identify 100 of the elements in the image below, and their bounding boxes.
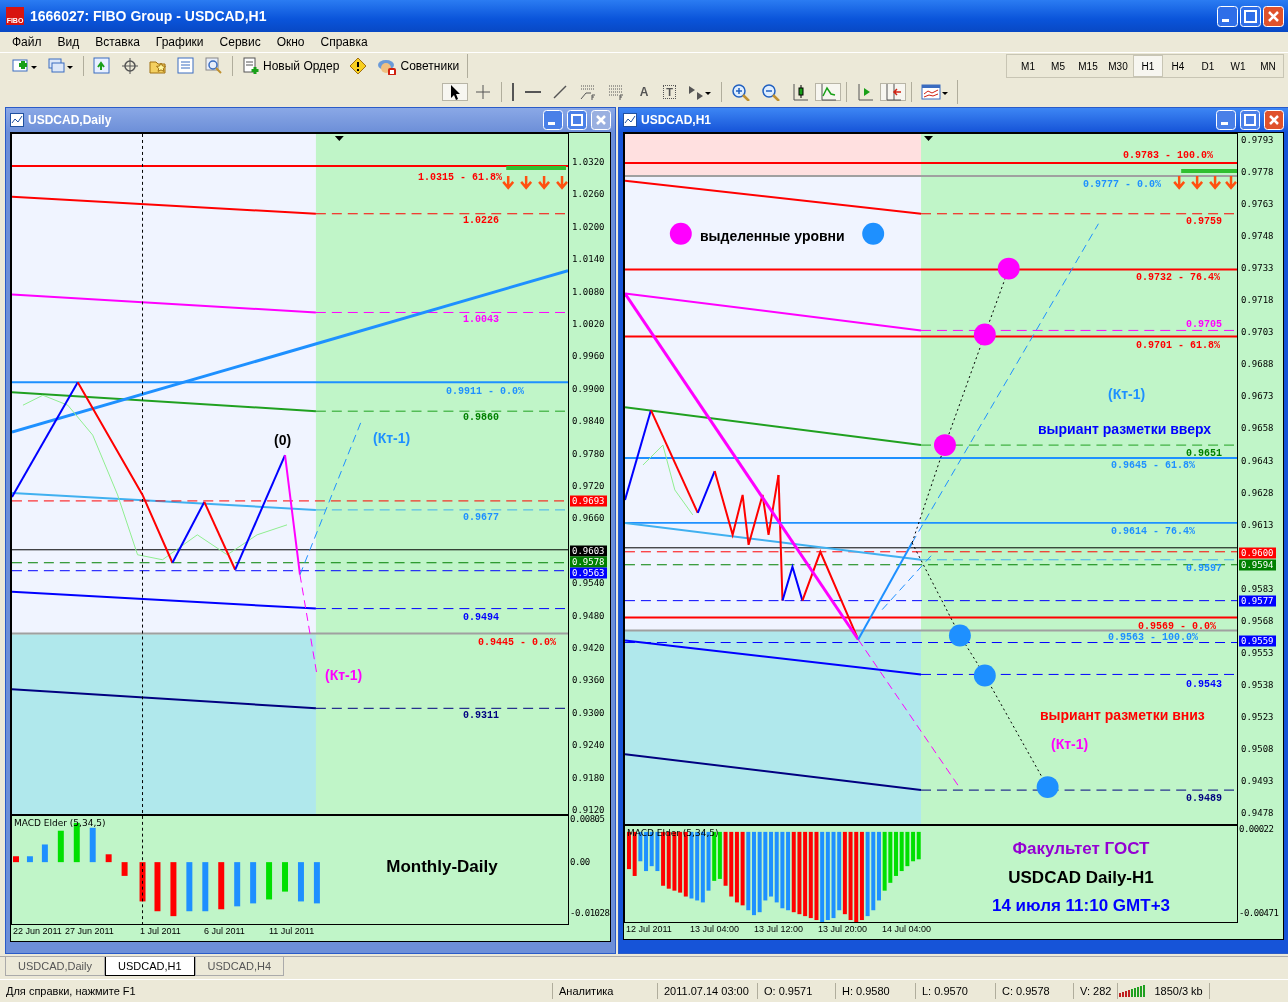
price-badge: 0.9600	[1239, 547, 1276, 559]
axis-label: 0.00	[570, 857, 590, 867]
axis-label: 1.0320	[572, 157, 605, 167]
axis-label: 12 Jul 2011	[626, 924, 672, 934]
chart-title: USDCAD,Daily	[28, 113, 113, 127]
menu-item[interactable]: Файл	[4, 35, 50, 49]
level-label: 0.9860	[463, 411, 499, 423]
axis-label: 0.9660	[572, 513, 605, 524]
chart-annotation: (Кт-1)	[373, 430, 411, 446]
menu-item[interactable]: Вставка	[87, 35, 148, 49]
level-label: 1.0315 - 61.8%	[418, 171, 502, 183]
price-badge: 0.9594	[1239, 559, 1276, 571]
timeframe-button[interactable]: H1	[1133, 55, 1163, 77]
axis-label: 0.9960	[572, 351, 605, 362]
level-label: 0.9677	[463, 511, 499, 523]
axis-label: 0.9613	[1241, 519, 1274, 530]
axis-label: 0.9748	[1241, 231, 1274, 242]
price-badge: 0.9577	[1239, 595, 1276, 607]
status-text: C: 0.9578	[996, 983, 1074, 999]
text-tool-button[interactable]: A	[631, 83, 657, 101]
axis-label: 0.9180	[572, 772, 605, 783]
axis-label: 0.9538	[1241, 679, 1274, 690]
chart-tab[interactable]: USDCAD,Daily	[5, 957, 105, 976]
axis-label: 0.9628	[1241, 487, 1274, 498]
axis-label: 0.9420	[572, 643, 605, 653]
level-label: 0.9489	[1186, 792, 1222, 804]
axis-label: 1.0260	[572, 189, 605, 200]
level-label: 0.9543	[1186, 678, 1222, 690]
status-text: O: 0.9571	[758, 983, 836, 999]
axis-label: 0.9643	[1241, 455, 1274, 466]
status-text: 1850/3 kb	[1148, 983, 1210, 999]
timeframe-button[interactable]: W1	[1223, 55, 1253, 77]
axis-label: 0.9540	[572, 578, 605, 589]
menu-item[interactable]: Вид	[49, 35, 88, 49]
axis-label: 13 Jul 20:00	[818, 924, 868, 934]
axis-label: 13 Jul 12:00	[754, 924, 804, 934]
axis-label: 0.9523	[1241, 711, 1274, 722]
level-label: 0.9597	[1186, 562, 1222, 574]
level-label: 0.9783 - 100.0%	[1123, 149, 1213, 161]
experts-button[interactable]: Советники	[373, 57, 464, 75]
menu-item[interactable]: Графики	[147, 35, 212, 49]
menu-item[interactable]: Окно	[268, 35, 313, 49]
chart-annotation: выриант разметки вниз	[1040, 707, 1205, 723]
timeframe-button[interactable]: M1	[1013, 55, 1043, 77]
timeframe-button[interactable]: D1	[1193, 55, 1223, 77]
timeframe-button[interactable]: M30	[1103, 55, 1133, 77]
axis-label: 1.0200	[572, 221, 605, 232]
axis-label: 0.9688	[1241, 359, 1274, 370]
axis-label: -0.00471	[1239, 908, 1279, 918]
price-badge: 0.9578	[570, 556, 607, 568]
chart-annotation: (0)	[274, 432, 292, 448]
axis-label: 1 Jul 2011	[140, 926, 181, 936]
axis-label: 0.9240	[572, 740, 605, 751]
axis-label: 1.0080	[572, 286, 605, 297]
timeframe-button[interactable]: H4	[1163, 55, 1193, 77]
axis-label: 0.9778	[1241, 167, 1274, 178]
indicator-label: MACD Elder (5,34,5)	[14, 818, 106, 828]
level-label: 1.0043	[463, 313, 499, 325]
level-label: 0.9563 - 100.0%	[1108, 631, 1198, 643]
axis-label: 0.9360	[572, 675, 605, 686]
level-label: 0.9701 - 61.8%	[1136, 339, 1220, 351]
chart-title: USDCAD,H1	[641, 113, 712, 127]
axis-label: 14 Jul 04:00	[882, 924, 932, 934]
status-text: Для справки, нажмите F1	[0, 983, 553, 999]
axis-label: 0.9733	[1241, 263, 1274, 274]
axis-label: 0.9658	[1241, 423, 1274, 434]
axis-label: 13 Jul 04:00	[690, 924, 740, 934]
axis-label: 0.9703	[1241, 327, 1274, 338]
menu-item[interactable]: Сервис	[211, 35, 269, 49]
level-label: 1.0226	[463, 214, 499, 226]
new-order-button[interactable]: Новый Ордер	[238, 57, 344, 75]
axis-label: 11 Jul 2011	[269, 926, 315, 936]
axis-label: 0.9493	[1241, 776, 1274, 786]
text-tool-button[interactable]: T	[659, 83, 680, 101]
level-label: 0.9494	[463, 611, 499, 623]
menu-item[interactable]: Справка	[312, 35, 376, 49]
timeframe-button[interactable]: M5	[1043, 55, 1073, 77]
axis-label: 0.9480	[572, 610, 605, 621]
axis-label: 0.9120	[572, 805, 605, 815]
timeframe-button[interactable]: MN	[1253, 55, 1283, 77]
price-badge: 0.9559	[1239, 635, 1276, 647]
chart-caption: 14 июля 11:10 GMT+3	[992, 896, 1170, 916]
axis-label: 0.9553	[1241, 647, 1274, 658]
status-text: Аналитика	[553, 983, 658, 999]
level-label: 0.9614 - 76.4%	[1111, 525, 1195, 537]
chart-annotation: выделенные уровни	[700, 228, 845, 244]
price-badge: 0.9563	[570, 567, 607, 579]
axis-label: 1.0020	[572, 319, 605, 329]
level-label: 0.9651	[1186, 447, 1222, 459]
level-label: 0.9759	[1186, 215, 1222, 227]
timeframe-button[interactable]: M15	[1073, 55, 1103, 77]
chart-caption: Факультет ГОСТ	[1012, 839, 1150, 859]
axis-label: 6 Jul 2011	[204, 926, 245, 936]
axis-label: 0.9793	[1241, 135, 1274, 145]
chart-tab[interactable]: USDCAD,H1	[104, 957, 195, 976]
chart-tab[interactable]: USDCAD,H4	[194, 957, 285, 976]
axis-label: 0.9900	[572, 383, 605, 394]
axis-label: 0.9478	[1241, 808, 1274, 819]
axis-label: -0.01028	[570, 908, 610, 918]
axis-label: 0.9763	[1241, 199, 1274, 210]
